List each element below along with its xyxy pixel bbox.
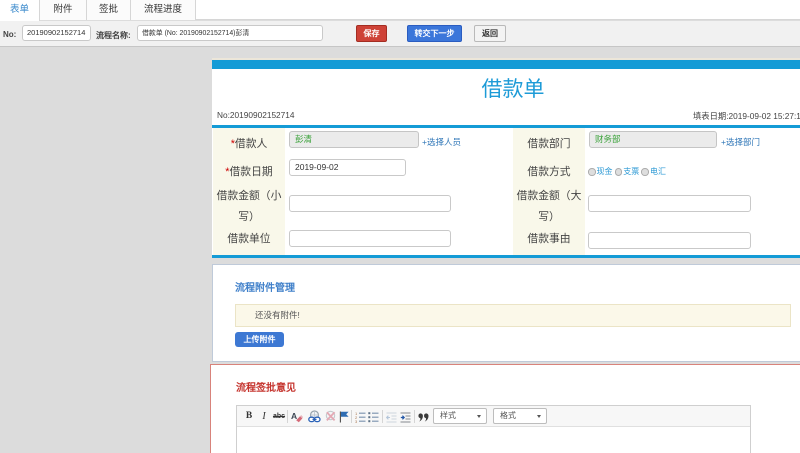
svg-text:A: A	[291, 411, 297, 421]
svg-text:3: 3	[355, 419, 358, 423]
